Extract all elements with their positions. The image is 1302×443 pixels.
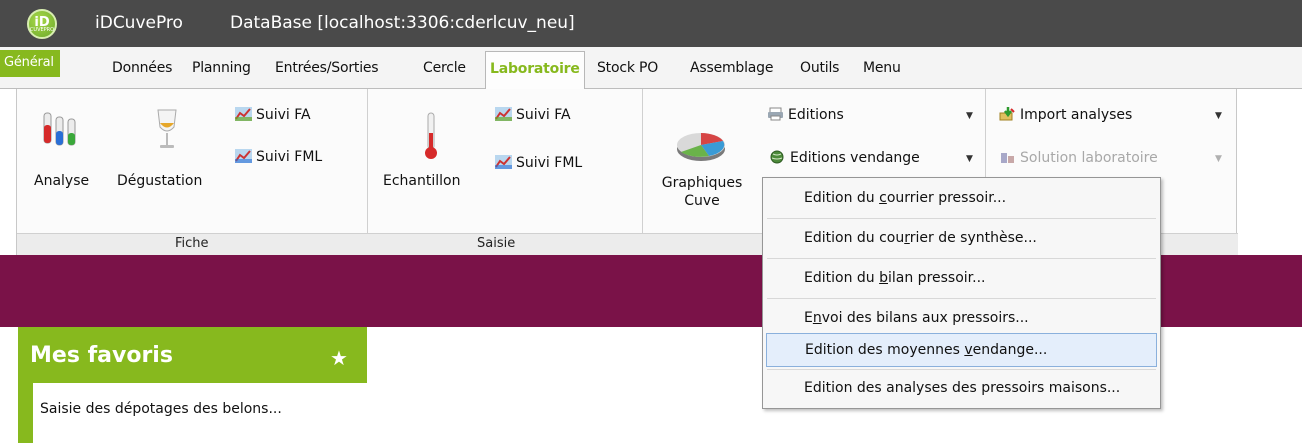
saisie-suivi-fa-button[interactable]: Suivi FA xyxy=(495,107,571,123)
menu-item-text: Edition du xyxy=(804,270,880,286)
favorite-item[interactable]: Saisie des dépotages des belons... xyxy=(40,401,282,417)
chart-icon xyxy=(495,107,512,121)
group-label-saisie: Saisie xyxy=(477,236,516,251)
degustation-button[interactable]: Dégustation xyxy=(117,107,227,193)
menu-divider xyxy=(767,369,1156,370)
saisie-suivi-fml-label: Suivi FML xyxy=(516,155,583,171)
solution-laboratoire-label: Solution laboratoire xyxy=(1020,150,1158,166)
menu-item-text: voi des bilans aux pressoirs... xyxy=(821,310,1029,326)
degustation-label: Dégustation xyxy=(117,173,203,189)
menu-entrees-sorties[interactable]: Entrées/Sorties xyxy=(275,60,379,76)
menu-item-text: ilan pressoir... xyxy=(888,270,986,286)
app-logo: iD CUVEPRO xyxy=(27,9,57,39)
graphiques-label-line1: Graphiques xyxy=(661,175,743,191)
menu-item-text: E xyxy=(804,310,813,326)
menu-item-text: Edition du xyxy=(804,190,880,206)
fiche-suivi-fml-label: Suivi FML xyxy=(256,149,323,165)
editions-vendange-label: Editions vendange xyxy=(790,150,920,166)
pie-chart-icon xyxy=(677,133,725,161)
editions-button[interactable]: Editions xyxy=(767,107,844,123)
menu-divider xyxy=(767,218,1156,219)
favorites-title: Mes favoris xyxy=(30,343,173,368)
app-name: iDCuvePro xyxy=(95,13,183,33)
menu-item-text: Edition du cou xyxy=(804,230,905,246)
saisie-suivi-fml-button[interactable]: Suivi FML xyxy=(495,155,582,171)
menu-general[interactable]: Général xyxy=(0,50,60,77)
wine-glass-icon xyxy=(157,109,177,148)
test-tubes-icon xyxy=(43,112,76,146)
editions-label: Editions xyxy=(788,107,844,123)
group-separator xyxy=(642,89,643,255)
printer-icon xyxy=(768,107,783,121)
group-separator xyxy=(367,89,368,255)
menu-donnees[interactable]: Données xyxy=(112,60,172,76)
menu-item-courrier-pressoir[interactable]: Edition du courrier pressoir... xyxy=(766,182,1157,216)
editions-vendange-menu: Edition du courrier pressoir... Edition … xyxy=(762,177,1161,409)
chart-icon xyxy=(235,107,252,121)
echantillon-button[interactable]: Echantillon xyxy=(383,107,478,193)
menu-cercle[interactable]: Cercle xyxy=(423,60,466,76)
menu-planning[interactable]: Planning xyxy=(192,60,251,76)
menu-divider xyxy=(767,258,1156,259)
favorites-side-bar xyxy=(18,383,33,443)
import-analyses-button[interactable]: Import analyses xyxy=(999,107,1132,123)
menu-item-mnemonic: b xyxy=(879,270,888,286)
menu-laboratoire[interactable]: Laboratoire xyxy=(485,51,585,91)
import-analyses-dropdown-arrow[interactable]: ▼ xyxy=(1215,111,1222,121)
fiche-suivi-fml-button[interactable]: Suivi FML xyxy=(235,149,322,165)
analyse-label: Analyse xyxy=(34,173,90,189)
menu-item-moyennes-vendange[interactable]: Edition des moyennes vendange... xyxy=(766,333,1157,367)
editions-vendange-dropdown-arrow[interactable]: ▼ xyxy=(966,154,973,164)
menu-item-text: Edition des moyennes xyxy=(805,342,965,358)
analyse-button[interactable]: Analyse xyxy=(25,107,95,193)
menu-stock-po[interactable]: Stock PO xyxy=(597,60,658,76)
menu-menu[interactable]: Menu xyxy=(863,60,901,76)
thermometer-icon xyxy=(425,112,437,159)
menu-assemblage[interactable]: Assemblage xyxy=(690,60,773,76)
menu-item-text: ourrier pressoir... xyxy=(886,190,1007,206)
editions-vendange-button[interactable]: Editions vendange xyxy=(769,150,920,166)
solution-laboratoire-dropdown-arrow[interactable]: ▼ xyxy=(1215,154,1222,164)
menu-item-text: rier de synthèse... xyxy=(909,230,1037,246)
graphiques-cuve-button[interactable]: Graphiques Cuve xyxy=(647,111,757,221)
menu-bar: Général Données Planning Entrées/Sorties… xyxy=(0,47,1302,91)
flask-icon xyxy=(1001,153,1014,163)
saisie-suivi-fa-label: Suivi FA xyxy=(516,107,571,123)
solution-laboratoire-button[interactable]: Solution laboratoire xyxy=(999,150,1158,166)
chart-icon xyxy=(495,155,512,169)
import-arrow-icon xyxy=(999,107,1015,121)
menu-item-analyses-pressoirs-maisons[interactable]: Edition des analyses des pressoirs maiso… xyxy=(766,372,1157,406)
graphiques-label-line2: Cuve xyxy=(684,193,720,209)
menu-item-envoi-bilans[interactable]: Envoi des bilans aux pressoirs... xyxy=(766,302,1157,336)
favorites-header: Mes favoris ★ xyxy=(18,327,367,383)
menu-item-courrier-synthese[interactable]: Edition du courrier de synthèse... xyxy=(766,222,1157,256)
title-bar: iD CUVEPRO iDCuvePro DataBase [localhost… xyxy=(0,0,1302,47)
menu-divider xyxy=(767,298,1156,299)
app-logo-subtext: CUVEPRO xyxy=(29,27,55,33)
menu-item-mnemonic: v xyxy=(964,342,973,358)
editions-dropdown-arrow[interactable]: ▼ xyxy=(966,111,973,121)
menu-outils[interactable]: Outils xyxy=(800,60,839,76)
import-analyses-label: Import analyses xyxy=(1020,107,1133,123)
database-name: DataBase [localhost:3306:cderlcuv_neu] xyxy=(230,13,575,33)
menu-item-text: endange... xyxy=(972,342,1048,358)
group-label-fiche: Fiche xyxy=(175,236,209,251)
menu-item-mnemonic: n xyxy=(812,310,822,326)
menu-item-bilan-pressoir[interactable]: Edition du bilan pressoir... xyxy=(766,262,1157,296)
star-icon[interactable]: ★ xyxy=(330,346,348,370)
fiche-suivi-fa-label: Suivi FA xyxy=(256,107,311,123)
chart-icon xyxy=(235,149,252,163)
fiche-suivi-fa-button[interactable]: Suivi FA xyxy=(235,107,311,123)
echantillon-label: Echantillon xyxy=(383,173,461,189)
globe-icon xyxy=(770,150,784,164)
menu-item-text: Edition des analyses des pressoirs maiso… xyxy=(804,380,1121,396)
menu-item-mnemonic: c xyxy=(879,190,887,206)
